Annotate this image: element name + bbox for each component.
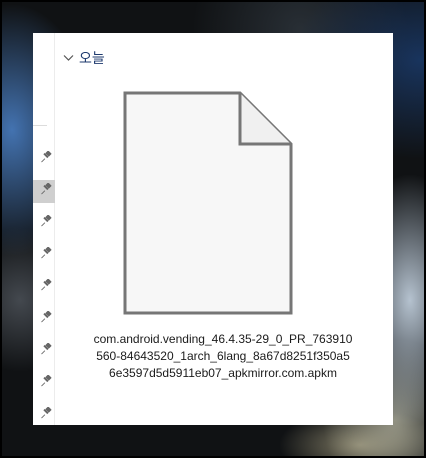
file-item[interactable]: com.android.vending_46.4.35-29_0_PR_7639…: [73, 91, 373, 421]
nav-pinned-item-3[interactable]: [40, 215, 52, 227]
nav-pinned-item-7[interactable]: [40, 343, 52, 355]
pin-icon: [40, 279, 52, 291]
group-header-today[interactable]: 오늘: [63, 49, 105, 67]
navigation-pane: [33, 33, 55, 425]
pin-icon: [40, 375, 52, 387]
nav-pinned-item-4[interactable]: [40, 247, 52, 259]
chevron-down-icon[interactable]: [63, 54, 74, 62]
file-name-label: com.android.vending_46.4.35-29_0_PR_7639…: [93, 332, 353, 380]
pin-icon: [40, 247, 52, 259]
nav-pinned-item-2[interactable]: [40, 183, 52, 195]
file-explorer-window: 오늘 com.android.vending_46.4.35-29_0_PR_7…: [33, 33, 393, 425]
nav-pinned-item-1[interactable]: [40, 151, 52, 163]
pin-icon: [40, 311, 52, 323]
pin-icon: [40, 215, 52, 227]
nav-pinned-item-8[interactable]: [40, 375, 52, 387]
pin-icon: [40, 151, 52, 163]
nav-pinned-item-6[interactable]: [40, 311, 52, 323]
pin-icon: [40, 407, 52, 419]
generic-file-icon: [123, 91, 293, 315]
pin-icon: [40, 183, 52, 195]
pin-icon: [40, 343, 52, 355]
nav-pinned-item-5[interactable]: [40, 279, 52, 291]
nav-pinned-item-9[interactable]: [40, 407, 52, 419]
nav-divider: [33, 125, 47, 126]
group-title: 오늘: [79, 51, 105, 67]
